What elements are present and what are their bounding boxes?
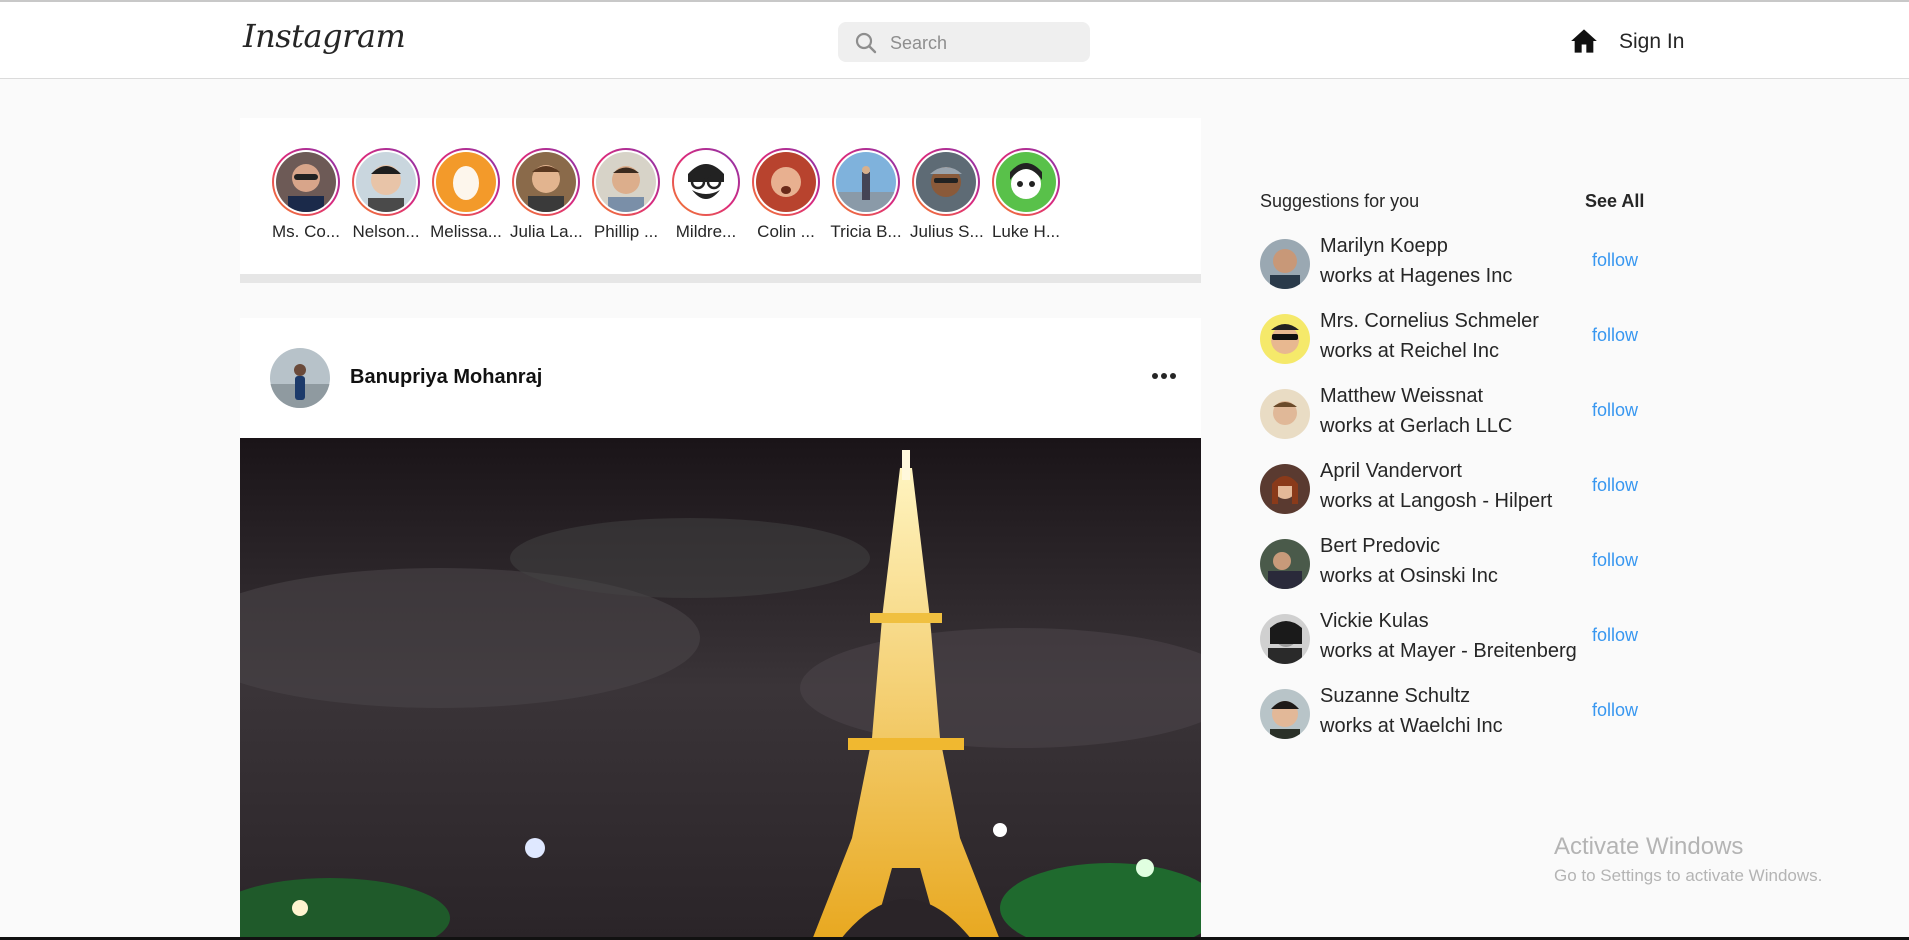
- suggestion-workplace: works at Langosh - Hilpert: [1320, 490, 1553, 512]
- story-label: Ms. Co...: [271, 222, 340, 241]
- story-ring: [352, 148, 420, 216]
- story-label: Tricia B...: [830, 222, 902, 241]
- follow-button[interactable]: follow: [1592, 250, 1638, 271]
- sign-in-link[interactable]: Sign In: [1619, 30, 1684, 54]
- story-avatar: [276, 152, 336, 212]
- story-avatar: [596, 152, 656, 212]
- follow-button[interactable]: follow: [1592, 625, 1638, 646]
- suggestion-workplace: works at Gerlach LLC: [1320, 415, 1513, 437]
- story-label: Phillip ...: [593, 222, 659, 241]
- suggestion-name[interactable]: April Vandervort: [1320, 460, 1462, 483]
- story-item[interactable]: Mildre...: [670, 148, 742, 242]
- suggestion-workplace: works at Mayer - Breitenberg: [1320, 640, 1577, 662]
- search-box[interactable]: [838, 22, 1090, 62]
- suggestions-title: Suggestions for you: [1260, 191, 1420, 211]
- suggestion-item: Matthew Weissnat works at Gerlach LLC fo…: [1260, 385, 1660, 445]
- suggestion-item: Vickie Kulas works at Mayer - Breitenber…: [1260, 610, 1660, 670]
- story-ring: [992, 148, 1060, 216]
- post-author-name[interactable]: Banupriya Mohanraj: [350, 366, 542, 389]
- suggestion-item: Marilyn Koepp works at Hagenes Inc follo…: [1260, 235, 1660, 295]
- follow-button[interactable]: follow: [1592, 325, 1638, 346]
- suggestion-workplace: works at Hagenes Inc: [1320, 265, 1513, 287]
- follow-button[interactable]: follow: [1592, 550, 1638, 571]
- suggestion-avatar[interactable]: [1260, 314, 1310, 364]
- search-icon: [855, 32, 877, 54]
- story-avatar: [436, 152, 496, 212]
- story-ring: [832, 148, 900, 216]
- suggestion-name[interactable]: Vickie Kulas: [1320, 610, 1429, 633]
- story-item[interactable]: Tricia B...: [830, 148, 902, 242]
- story-ring: [672, 148, 740, 216]
- story-label: Luke H...: [991, 222, 1061, 241]
- see-all-link[interactable]: See All: [1585, 191, 1644, 212]
- follow-button[interactable]: follow: [1592, 400, 1638, 421]
- story-avatar: [996, 152, 1056, 212]
- suggestion-avatar[interactable]: [1260, 539, 1310, 589]
- story-label: Julia La...: [510, 222, 583, 241]
- suggestion-avatar[interactable]: [1260, 239, 1310, 289]
- story-ring: [432, 148, 500, 216]
- activate-windows-title: Activate Windows: [1554, 833, 1744, 860]
- suggestion-avatar[interactable]: [1260, 614, 1310, 664]
- suggestion-avatar[interactable]: [1260, 389, 1310, 439]
- story-label: Mildre...: [675, 222, 737, 241]
- story-avatar: [516, 152, 576, 212]
- suggestion-workplace: works at Reichel Inc: [1320, 340, 1499, 362]
- search-input[interactable]: [888, 28, 1082, 58]
- suggestion-workplace: works at Osinski Inc: [1320, 565, 1498, 587]
- story-ring: [592, 148, 660, 216]
- suggestion-item: Bert Predovic works at Osinski Inc follo…: [1260, 535, 1660, 595]
- suggestion-name[interactable]: Mrs. Cornelius Schmeler: [1320, 310, 1539, 333]
- story-item[interactable]: Luke H...: [990, 148, 1062, 242]
- suggestion-avatar[interactable]: [1260, 464, 1310, 514]
- story-item[interactable]: Julia La...: [510, 148, 583, 242]
- post-image[interactable]: [240, 438, 1201, 940]
- follow-button[interactable]: follow: [1592, 475, 1638, 496]
- story-ring: [752, 148, 820, 216]
- stories-tray: Ms. Co... Nelson... Melissa... Julia La.…: [240, 118, 1201, 274]
- story-item[interactable]: Phillip ...: [590, 148, 662, 242]
- feed-post: Banupriya Mohanraj: [240, 318, 1201, 940]
- story-avatar: [756, 152, 816, 212]
- suggestion-workplace: works at Waelchi Inc: [1320, 715, 1503, 737]
- story-item[interactable]: Nelson...: [350, 148, 422, 242]
- suggestion-item: Suzanne Schultz works at Waelchi Inc fol…: [1260, 685, 1660, 745]
- story-ring: [272, 148, 340, 216]
- story-ring: [512, 148, 580, 216]
- story-avatar: [356, 152, 416, 212]
- suggestion-name[interactable]: Bert Predovic: [1320, 535, 1440, 558]
- story-item[interactable]: Melissa...: [430, 148, 502, 242]
- story-avatar: [836, 152, 896, 212]
- more-options-icon[interactable]: [1150, 366, 1178, 386]
- home-icon[interactable]: [1570, 27, 1598, 55]
- story-avatar: [676, 152, 736, 212]
- story-item[interactable]: Colin ...: [750, 148, 822, 242]
- story-item[interactable]: Ms. Co...: [270, 148, 342, 242]
- post-author-avatar[interactable]: [270, 348, 330, 408]
- story-item[interactable]: Julius S...: [910, 148, 984, 242]
- suggestion-item: Mrs. Cornelius Schmeler works at Reichel…: [1260, 310, 1660, 370]
- story-label: Melissa...: [430, 222, 502, 241]
- suggestion-name[interactable]: Suzanne Schultz: [1320, 685, 1470, 708]
- story-ring: [912, 148, 980, 216]
- suggestion-item: April Vandervort works at Langosh - Hilp…: [1260, 460, 1660, 520]
- top-navbar: Instagram Sign In: [0, 2, 1909, 79]
- suggestion-name[interactable]: Marilyn Koepp: [1320, 235, 1448, 258]
- story-avatar: [916, 152, 976, 212]
- stories-scrollbar[interactable]: [240, 274, 1201, 283]
- instagram-logo[interactable]: Instagram: [243, 17, 406, 55]
- story-label: Nelson...: [352, 222, 420, 241]
- story-label: Colin ...: [757, 222, 815, 241]
- suggestion-avatar[interactable]: [1260, 689, 1310, 739]
- story-label: Julius S...: [910, 222, 984, 241]
- follow-button[interactable]: follow: [1592, 700, 1638, 721]
- activate-windows-subtitle: Go to Settings to activate Windows.: [1554, 866, 1823, 885]
- suggestion-name[interactable]: Matthew Weissnat: [1320, 385, 1483, 408]
